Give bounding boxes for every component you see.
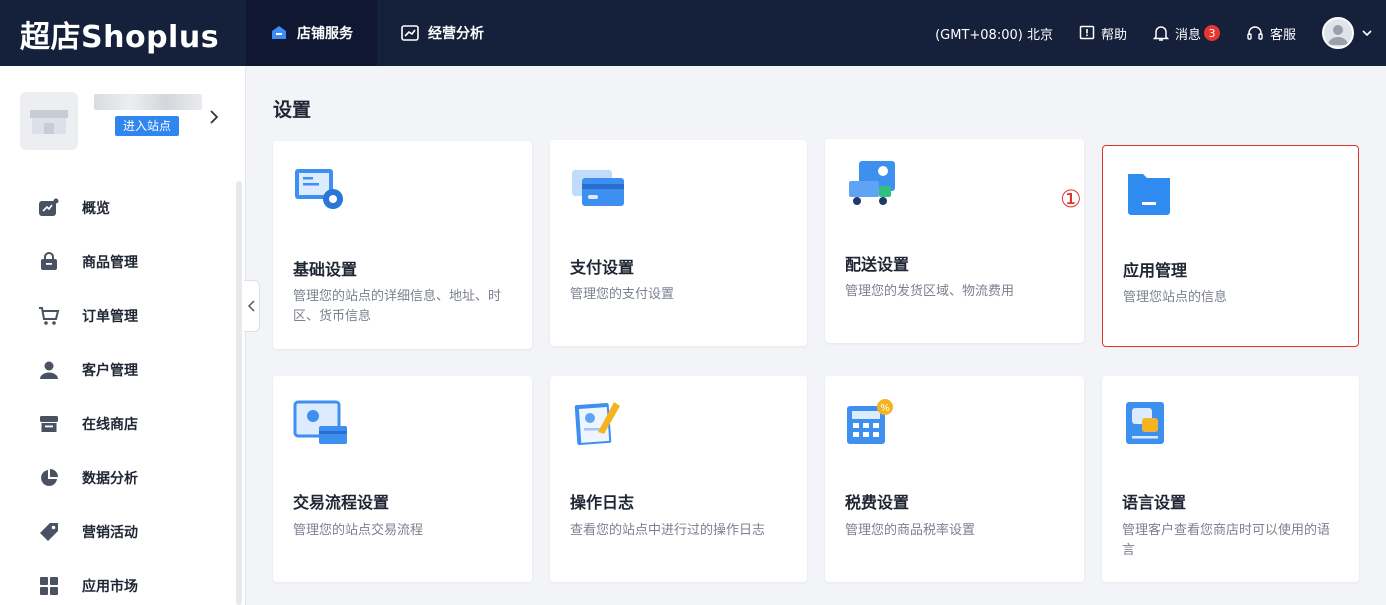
card-description: 管理客户查看您商店时可以使用的语言	[1122, 523, 1331, 558]
basic-settings-icon	[293, 163, 349, 219]
card-title: 配送设置	[845, 255, 910, 274]
sidebar-collapse-toggle[interactable]	[244, 280, 260, 332]
card-transaction-flow[interactable]: 交易流程设置 管理您的站点交易流程	[273, 376, 532, 582]
card-tax-settings[interactable]: % 税费设置 管理您的商品税率设置	[825, 376, 1084, 582]
help-label: 帮助	[1100, 27, 1127, 43]
language-icon	[1122, 398, 1178, 454]
topnav-analytics[interactable]: 经营分析	[377, 0, 508, 66]
sidebar-item-label: 客户管理	[82, 363, 138, 379]
apps-grid-icon	[38, 575, 60, 597]
app-folder-icon	[1123, 168, 1179, 224]
store-card[interactable]: 进入站点	[20, 90, 230, 150]
topnav-label: 店铺服务	[297, 26, 353, 42]
account-menu[interactable]	[1322, 17, 1372, 49]
storefront-icon	[38, 413, 60, 435]
user-icon	[38, 359, 60, 381]
sidebar-item-online-store[interactable]: 在线商店	[0, 397, 236, 451]
card-description: 管理您的站点的详细信息、地址、时区、货币信息	[293, 289, 502, 324]
tag-icon	[38, 521, 60, 543]
avatar	[1322, 17, 1354, 49]
card-title: 税费设置	[845, 493, 910, 512]
card-title: 交易流程设置	[293, 493, 390, 512]
card-title: 应用管理	[1123, 261, 1188, 280]
tax-calculator-icon: %	[845, 398, 901, 454]
help-book-icon	[1079, 25, 1095, 41]
topnav-label: 经营分析	[428, 26, 484, 42]
sidebar-item-products[interactable]: 商品管理	[0, 235, 236, 289]
help-button[interactable]: 帮助	[1079, 24, 1127, 43]
card-description: 管理您的站点交易流程	[293, 523, 424, 538]
enter-site-button[interactable]: 进入站点	[115, 116, 180, 136]
topnav-store-service[interactable]: 店铺服务	[246, 0, 377, 66]
sidebar-item-customers[interactable]: 客户管理	[0, 343, 236, 397]
transaction-flow-icon	[293, 398, 349, 454]
chevron-down-icon	[1362, 30, 1372, 36]
timezone-label: (GMT+08:00) 北京	[935, 27, 1053, 43]
sidebar-menu: 概览 商品管理 订单管理 客户管理 在线商店 数据分析 营销活动 应用市场	[0, 181, 236, 605]
messages-label: 消息	[1174, 27, 1201, 43]
pie-chart-icon	[38, 467, 60, 489]
top-nav: 店铺服务 经营分析	[246, 0, 508, 66]
delivery-truck-icon	[845, 159, 901, 215]
sidebar-scrollbar[interactable]	[236, 181, 242, 605]
product-bag-icon	[38, 251, 60, 273]
headset-icon	[1246, 25, 1264, 42]
svg-text:%: %	[880, 403, 890, 414]
card-app-management[interactable]: 应用管理 管理您站点的信息	[1102, 145, 1359, 347]
card-title: 语言设置	[1122, 493, 1187, 512]
card-description: 管理您站点的信息	[1123, 290, 1228, 305]
sidebar-item-label: 订单管理	[82, 309, 138, 325]
card-delivery-settings[interactable]: 配送设置 管理您的发货区域、物流费用	[825, 139, 1084, 343]
top-bar: 超店Shoplus 店铺服务 经营分析 (GMT+08:00) 北京 帮助 消息…	[0, 0, 1386, 66]
brand-logo[interactable]: 超店Shoplus	[20, 12, 219, 56]
top-right-tools: (GMT+08:00) 北京 帮助 消息 3 客服	[909, 0, 1372, 66]
card-description: 管理您的发货区域、物流费用	[845, 284, 1015, 299]
card-operation-log[interactable]: 操作日志 查看您的站点中进行过的操作日志	[550, 376, 807, 582]
card-basic-settings[interactable]: 基础设置 管理您的站点的详细信息、地址、时区、货币信息	[273, 141, 532, 349]
sidebar-item-label: 营销活动	[82, 525, 138, 541]
support-button[interactable]: 客服	[1246, 24, 1296, 43]
card-language-settings[interactable]: 语言设置 管理客户查看您商店时可以使用的语言	[1102, 376, 1359, 582]
operation-log-icon	[570, 398, 626, 454]
sidebar-item-orders[interactable]: 订单管理	[0, 289, 236, 343]
sidebar-item-label: 概览	[82, 201, 110, 217]
sidebar-item-label: 数据分析	[82, 471, 138, 487]
sidebar: 进入站点 概览 商品管理 订单管理 客户管理 在线商店 数据分析 营销活动 应用…	[0, 66, 246, 605]
analytics-chart-icon	[401, 25, 419, 41]
bell-icon	[1152, 25, 1169, 42]
cart-icon	[38, 305, 60, 327]
messages-button[interactable]: 消息 3	[1152, 24, 1220, 43]
page-title: 设置	[273, 99, 312, 121]
messages-count-badge: 3	[1203, 25, 1220, 41]
chevron-left-icon	[248, 300, 255, 312]
sidebar-item-label: 在线商店	[82, 417, 138, 433]
card-description: 管理您的商品税率设置	[845, 523, 976, 538]
card-title: 基础设置	[293, 260, 358, 279]
sidebar-item-overview[interactable]: 概览	[0, 181, 236, 235]
card-payment-settings[interactable]: 支付设置 管理您的支付设置	[550, 140, 807, 346]
step-marker: ①	[1060, 185, 1082, 213]
overview-icon	[38, 197, 60, 219]
store-name-blurred	[94, 94, 202, 110]
chevron-right-icon[interactable]	[210, 110, 218, 124]
sidebar-item-marketing[interactable]: 营销活动	[0, 505, 236, 559]
sidebar-item-app-market[interactable]: 应用市场	[0, 559, 236, 605]
card-title: 支付设置	[570, 258, 635, 277]
sidebar-item-label: 商品管理	[82, 255, 138, 271]
card-title: 操作日志	[570, 493, 635, 512]
payment-card-icon	[570, 162, 626, 218]
sidebar-item-label: 应用市场	[82, 579, 138, 595]
store-service-icon	[270, 25, 288, 41]
card-description: 管理您的支付设置	[570, 287, 675, 302]
support-label: 客服	[1269, 27, 1296, 43]
storefront-icon	[30, 110, 68, 134]
timezone-selector[interactable]: (GMT+08:00) 北京	[935, 24, 1053, 43]
store-thumbnail	[20, 92, 78, 150]
card-description: 查看您的站点中进行过的操作日志	[570, 523, 766, 538]
sidebar-item-data-analysis[interactable]: 数据分析	[0, 451, 236, 505]
